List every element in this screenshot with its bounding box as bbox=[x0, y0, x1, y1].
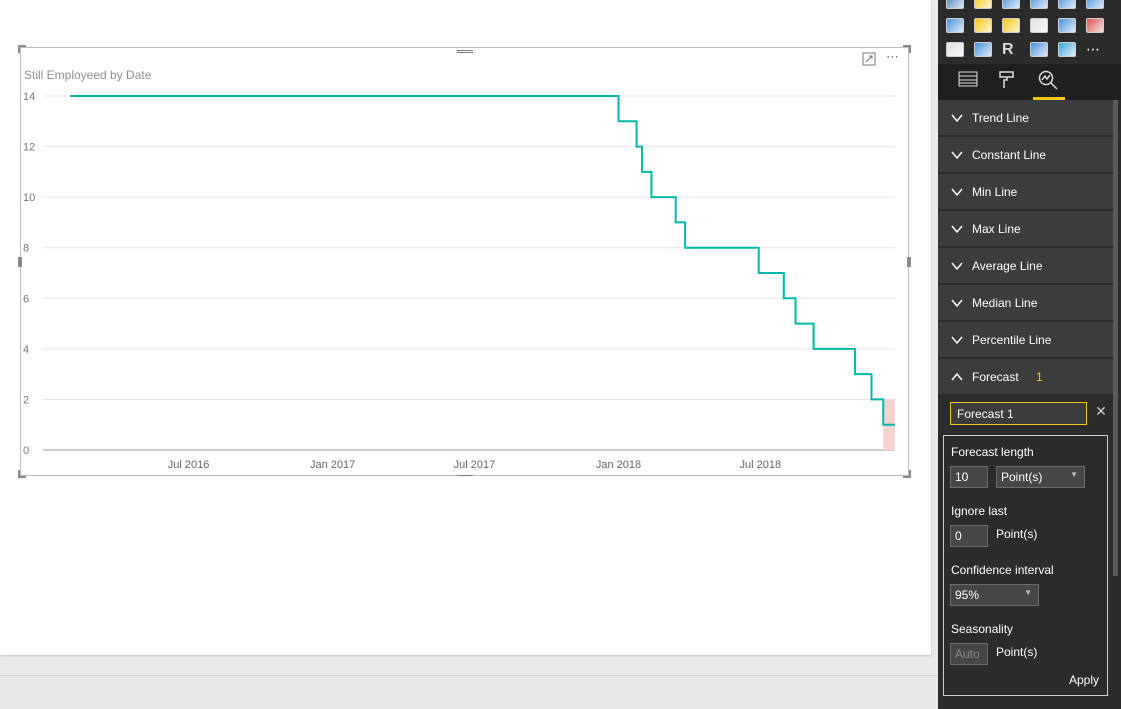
shape-map-icon[interactable] bbox=[1030, 42, 1048, 57]
x-tick-label: Jan 2017 bbox=[310, 459, 355, 471]
y-tick-label: 14 bbox=[23, 91, 35, 103]
table-icon[interactable] bbox=[1058, 0, 1076, 9]
card-trend-line[interactable]: Trend Line bbox=[938, 100, 1113, 136]
arcgis-globe-icon[interactable] bbox=[1058, 42, 1076, 57]
matrix-icon[interactable] bbox=[1086, 0, 1104, 9]
visualizations-pane: R ⋯ Trend Line Constant Line Min Line Max Li… bbox=[938, 0, 1121, 709]
paint-roller-icon bbox=[999, 71, 1014, 88]
card-min-line[interactable]: Min Line bbox=[938, 174, 1113, 210]
card-icon[interactable] bbox=[1030, 18, 1048, 33]
slicer-icon[interactable] bbox=[946, 42, 964, 57]
r-visual-icon[interactable]: R bbox=[1002, 42, 1020, 58]
card-constant-line[interactable]: Constant Line bbox=[938, 137, 1113, 173]
multi-row-card-icon[interactable] bbox=[1058, 18, 1076, 33]
ignore-last-input[interactable]: 0 bbox=[950, 525, 988, 547]
page-tabs-bar bbox=[0, 675, 938, 709]
chart-plot: 0 2 4 6 8 10 12 14 Jul 2016 Jan 2017 Jul 2017 Jan 2… bbox=[23, 91, 896, 471]
line-chart-visual[interactable]: ⋯ Still Employeed by Date 0 2 4 6 8 10 12 14 Jul… bbox=[18, 45, 911, 478]
chevron-down-icon: ▼ bbox=[1024, 588, 1032, 597]
map-icon[interactable] bbox=[1002, 0, 1020, 9]
format-tab[interactable] bbox=[993, 70, 1021, 94]
filled-map-icon[interactable] bbox=[946, 18, 964, 33]
card-label: Percentile Line bbox=[972, 333, 1052, 347]
analytics-magnifier-icon bbox=[1038, 70, 1058, 90]
pane-scrollbar-thumb[interactable] bbox=[1113, 100, 1118, 576]
analytics-tab[interactable] bbox=[1034, 70, 1062, 94]
card-label: Median Line bbox=[972, 296, 1038, 310]
card-label: Trend Line bbox=[972, 111, 1029, 125]
gauge-icon[interactable] bbox=[1002, 18, 1020, 33]
donut-chart-icon[interactable] bbox=[974, 42, 992, 57]
more-visuals-icon[interactable]: ⋯ bbox=[1086, 42, 1104, 57]
card-label: Forecast bbox=[972, 370, 1019, 384]
forecast-length-label: Forecast length bbox=[951, 445, 1034, 459]
kpi-icon[interactable] bbox=[1086, 18, 1104, 33]
chevron-down-icon: ▼ bbox=[1070, 470, 1078, 479]
forecast-length-input[interactable]: 10 bbox=[950, 466, 988, 488]
funnel-icon[interactable] bbox=[974, 18, 992, 33]
visual-gallery: R ⋯ bbox=[938, 0, 1121, 64]
card-count-badge: 1 bbox=[1036, 370, 1043, 384]
report-canvas: ⋯ Still Employeed by Date 0 2 4 6 8 10 12 14 Jul… bbox=[0, 0, 938, 709]
card-forecast[interactable]: Forecast 1 bbox=[938, 359, 1113, 395]
apply-button[interactable]: Apply bbox=[1069, 673, 1099, 687]
ignore-last-label: Ignore last bbox=[951, 504, 1008, 518]
card-label: Constant Line bbox=[972, 148, 1047, 162]
close-icon[interactable]: ✕ bbox=[1093, 403, 1109, 423]
forecast-length-unit-value: Point(s) bbox=[1001, 470, 1043, 484]
y-tick-label: 0 bbox=[23, 445, 29, 457]
pane-tabs bbox=[938, 64, 1121, 100]
card-label: Min Line bbox=[972, 185, 1018, 199]
y-tick-label: 10 bbox=[23, 192, 35, 204]
card-median-line[interactable]: Median Line bbox=[938, 285, 1113, 321]
seasonality-label: Seasonality bbox=[951, 622, 1014, 636]
series-line bbox=[70, 95, 895, 426]
fields-tab[interactable] bbox=[954, 70, 982, 94]
seasonality-input[interactable]: Auto bbox=[950, 643, 988, 665]
y-tick-label: 2 bbox=[23, 394, 29, 406]
y-tick-label: 12 bbox=[23, 142, 35, 154]
report-page: ⋯ Still Employeed by Date 0 2 4 6 8 10 12 14 Jul… bbox=[0, 0, 931, 655]
x-tick-label: Jan 2018 bbox=[596, 459, 641, 471]
card-label: Max Line bbox=[972, 222, 1021, 236]
card-average-line[interactable]: Average Line bbox=[938, 248, 1113, 284]
x-tick-label: Jul 2017 bbox=[454, 459, 496, 471]
seasonality-unit: Point(s) bbox=[996, 645, 1038, 659]
card-label: Average Line bbox=[972, 259, 1043, 273]
ignore-last-unit: Point(s) bbox=[996, 527, 1038, 541]
pie-chart-icon[interactable] bbox=[974, 0, 992, 9]
x-tick-label: Jul 2018 bbox=[739, 459, 781, 471]
confidence-interval-value: 95% bbox=[955, 588, 980, 602]
forecast-options: Forecast length 10 Point(s) ▼ Ignore las… bbox=[943, 435, 1108, 696]
forecast-name-input[interactable] bbox=[950, 402, 1087, 425]
forecast-length-unit-select[interactable]: Point(s) ▼ bbox=[996, 466, 1085, 488]
confidence-interval-label: Confidence interval bbox=[951, 563, 1054, 577]
globe-icon[interactable] bbox=[1030, 0, 1048, 9]
y-tick-label: 4 bbox=[23, 344, 29, 356]
card-percentile-line[interactable]: Percentile Line bbox=[938, 322, 1113, 358]
y-tick-label: 6 bbox=[23, 293, 29, 305]
confidence-interval-select[interactable]: 95% ▼ bbox=[950, 584, 1039, 606]
scatter-chart-icon[interactable] bbox=[946, 0, 964, 9]
card-max-line[interactable]: Max Line bbox=[938, 211, 1113, 247]
fields-icon bbox=[958, 71, 978, 87]
y-tick-label: 8 bbox=[23, 243, 29, 255]
x-tick-label: Jul 2016 bbox=[168, 459, 210, 471]
